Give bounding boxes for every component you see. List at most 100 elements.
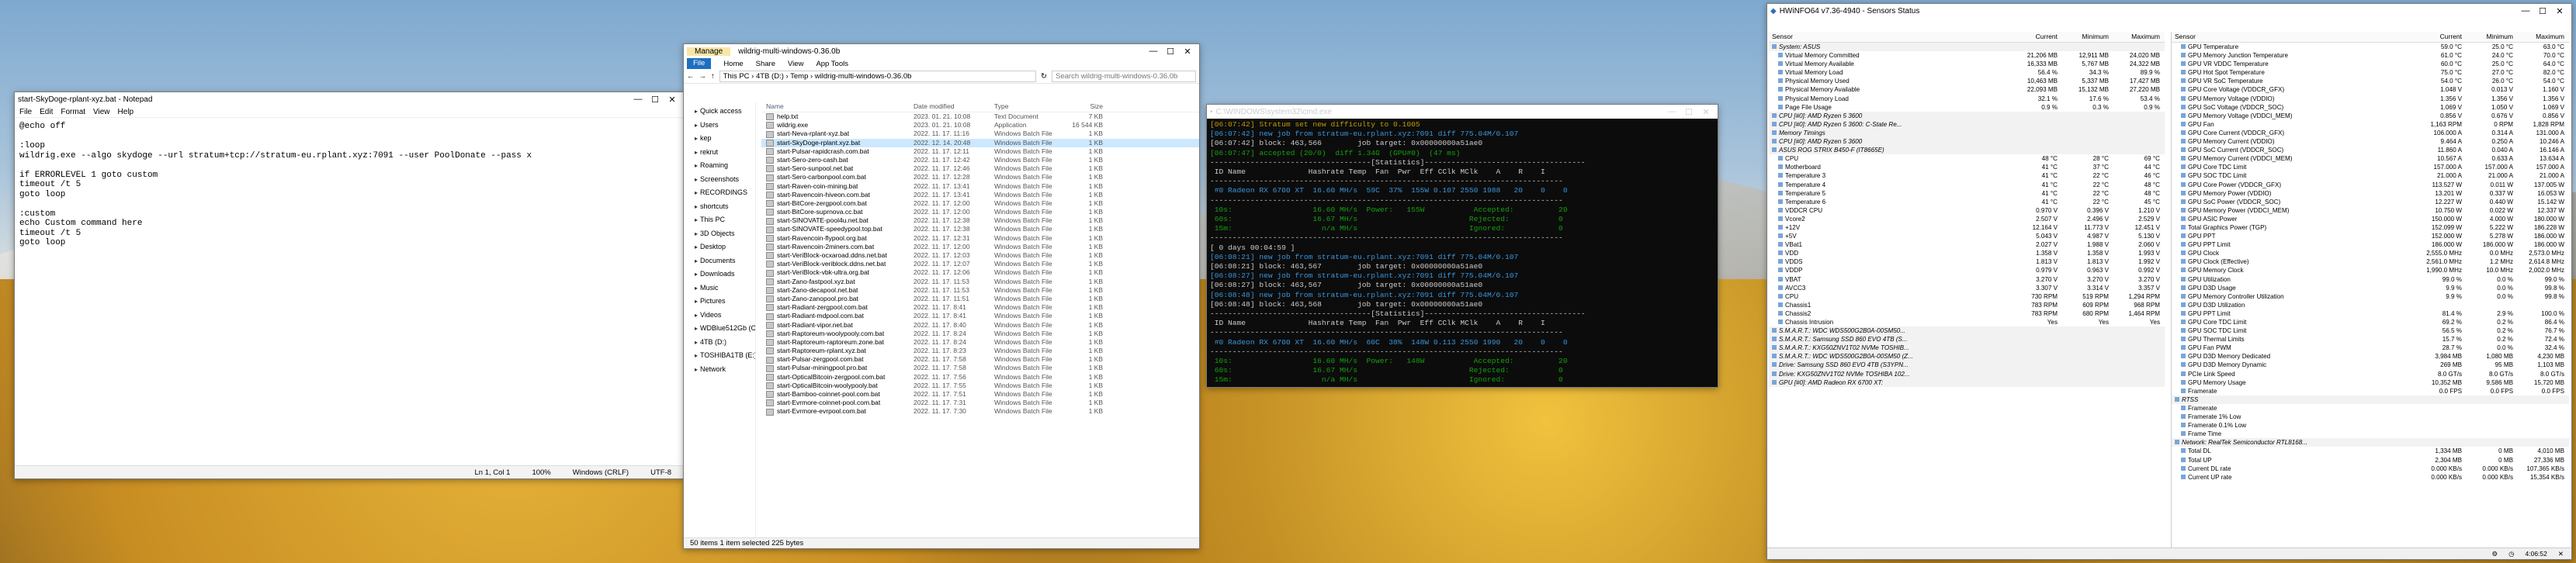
file-row[interactable]: start-Ravencoin-flypool.org.bat 2022. 11.…	[761, 234, 1199, 243]
sensor-group[interactable]: S.M.A.R.T.: KXG50ZNV1T02 NVMe TOSHIB...	[1769, 344, 2165, 353]
file-row[interactable]: start-Sero-zero-cash.bat 2022. 11. 17. 12…	[761, 156, 1199, 164]
sensor-row[interactable]: GPU SOC TDC Limit 56.5 % 0.2 % 76.7 %	[2172, 326, 2569, 335]
sensor-row[interactable]: GPU Memory Usage 10,352 MB 9,586 MB 15,720 …	[2172, 378, 2569, 387]
sensor-row[interactable]: GPU D3D Usage 9.9 % 0.0 % 99.8 %	[2172, 284, 2569, 292]
sensor-row[interactable]: Framerate 0.1% Low	[2172, 421, 2569, 430]
sensor-row[interactable]: GPU Clock (Effective) 2,561.0 MHz 1.2 MHz 2…	[2172, 257, 2569, 266]
sensor-group[interactable]: Drive: KXG50ZNV1T02 NVMe TOSHIBA 102...	[1769, 369, 2165, 378]
sensor-row[interactable]: GPU Memory Controller Utilization 9.9 % 0.…	[2172, 292, 2569, 301]
sensor-row[interactable]: VDDP 0.979 V 0.963 V 0.992 V	[1769, 266, 2165, 275]
sensor-row[interactable]: Page File Usage 0.9 % 0.3 % 0.9 %	[1769, 103, 2165, 112]
console-window[interactable]: ▪ C:\WINDOWS\system32\cmd.exe — ☐ ✕ [06:07…	[1206, 104, 1718, 388]
sensor-row[interactable]: Virtual Memory Load 56.4 % 34.3 % 89.9 %	[1769, 68, 2165, 77]
sensor-group[interactable]: Drive: Samsung SSD 860 EVO 4TB (S3YPN...	[1769, 361, 2165, 370]
file-row[interactable]: start-Raptoreum-raptoreum.zone.bat 2022. …	[761, 338, 1199, 347]
sensor-row[interactable]: Framerate 0.0 FPS 0.0 FPS 0.0 FPS	[2172, 387, 2569, 395]
sensor-row[interactable]: Physical Memory Load 32.1 % 17.6 % 53.4 %	[1769, 95, 2165, 103]
nav-item[interactable]: ▸ Screenshots	[684, 173, 755, 187]
ribbon-share[interactable]: Share	[756, 60, 775, 68]
file-row[interactable]: start-Zano-decapool.net.bat 2022. 11. 17.…	[761, 286, 1199, 295]
file-row[interactable]: start-Evrmore-evrpool.com.bat 2022. 11. 1…	[761, 407, 1199, 416]
back-arrow-icon[interactable]: ←	[687, 72, 695, 81]
sensor-group[interactable]: S.M.A.R.T.: WDC WDS500G2B0A-00SM50 (Z...	[1769, 352, 2165, 361]
sensor-row[interactable]: GPU D3D Memory Dedicated 3,984 MB 1,080 MB…	[2172, 352, 2569, 361]
sensor-row[interactable]: GPU Memory Power (VDDIO) 13.201 W 0.337 W 1…	[2172, 189, 2569, 198]
file-row[interactable]: start-BitCore-zergpool.com.bat 2022. 11. …	[761, 199, 1199, 208]
sensor-group[interactable]: GPU [#0]: AMD Radeon RX 6700 XT:	[1769, 378, 2165, 387]
sensor-row[interactable]: VDD 1.358 V 1.358 V 1.993 V	[1769, 249, 2165, 257]
col-maximum[interactable]: Maximum	[2113, 32, 2165, 42]
file-row[interactable]: start-Radiant-zergpool.com.bat 2022. 11. …	[761, 303, 1199, 312]
nav-item[interactable]: ▸ Pictures	[684, 295, 755, 309]
sensor-row[interactable]: Virtual Memory Committed 21,206 MB 12,911 …	[1769, 51, 2165, 60]
col-sensor[interactable]: Sensor	[1769, 32, 2011, 42]
sensor-row[interactable]: VDDCR CPU 0.970 V 0.396 V 1.210 V	[1769, 206, 2165, 215]
file-row[interactable]: wildrig.exe 2023. 01. 21. 10:08 Applicatio…	[761, 121, 1199, 130]
nav-item[interactable]: ▸ shortcuts	[684, 200, 755, 214]
sensor-row[interactable]: AVCC3 3.307 V 3.314 V 3.357 V	[1769, 284, 2165, 292]
menu-edit[interactable]: Edit	[40, 108, 53, 116]
file-row[interactable]: start-Pulsar-miningpool.pro.bat 2022. 11.…	[761, 364, 1199, 372]
up-arrow-icon[interactable]: ↑	[711, 72, 715, 81]
nav-item[interactable]: ▸ This PC	[684, 213, 755, 227]
nav-item[interactable]: ▸ 3D Objects	[684, 227, 755, 241]
sensor-row[interactable]: GPU Memory Current (VDDIO) 9.464 A 0.250 A…	[2172, 137, 2569, 146]
close-icon[interactable]: ✕	[1697, 107, 1714, 117]
file-row[interactable]: start-Raptoreum-rplant.xyz.bat 2022. 11. …	[761, 347, 1199, 355]
nav-item[interactable]: ▸ rekrut	[684, 146, 755, 160]
sensor-group[interactable]: CPU [#0]: AMD Ryzen 5 3600: C-State Re..…	[1769, 119, 2165, 129]
nav-item[interactable]: ▸ Music	[684, 282, 755, 295]
notepad-text-area[interactable]: @echo off:loop wildrig.exe --algo skydoge…	[15, 119, 684, 465]
sensor-row[interactable]: Vcore2 2.507 V 2.496 V 2.529 V	[1769, 215, 2165, 223]
sensor-row[interactable]: GPU SoC Voltage (VDDCR_SOC) 1.069 V 1.050 …	[2172, 103, 2569, 112]
nav-item[interactable]: ▸ Roaming	[684, 159, 755, 173]
file-row[interactable]: start-VeriBlock-vbk-ultra.org.bat 2022. 1…	[761, 268, 1199, 277]
sensor-row[interactable]: Motherboard 41 °C 37 °C 44 °C	[1769, 163, 2165, 171]
hwinfo-titlebar[interactable]: ◆ HWiNFO64 v7.36-4940 - Sensors Status —…	[1767, 4, 2571, 18]
nav-item[interactable]: ▸ Quick access	[684, 105, 755, 119]
sensor-row[interactable]: GPU PPT Limit 81.4 % 2.9 % 100.0 %	[2172, 309, 2569, 318]
sensor-group[interactable]: CPU [#0]: AMD Ryzen 5 3600	[1769, 111, 2165, 120]
console-titlebar[interactable]: ▪ C:\WINDOWS\system32\cmd.exe — ☐ ✕	[1207, 105, 1718, 119]
sensor-group[interactable]: Network: RealTek Semiconductor RTL8168..…	[2172, 438, 2569, 447]
sensor-row[interactable]: GPU Memory Junction Temperature 61.0 °C 24…	[2172, 51, 2569, 60]
sensor-row[interactable]: GPU ASIC Power 150.000 W 4.000 W 180.000 W	[2172, 215, 2569, 223]
refresh-icon[interactable]: ↻	[1041, 72, 1047, 81]
minimize-icon[interactable]: —	[629, 95, 647, 105]
menu-file[interactable]: File	[19, 108, 32, 116]
sensor-row[interactable]: GPU Utilization 99.0 % 0.0 % 99.0 %	[2172, 275, 2569, 284]
nav-item[interactable]: ▸ RECORDINGS	[684, 186, 755, 200]
ribbon-view[interactable]: View	[788, 60, 803, 68]
column-type[interactable]: Type	[994, 102, 1064, 112]
sensor-row[interactable]: GPU Clock 2,555.0 MHz 0.0 MHz 2,573.0 MHz	[2172, 249, 2569, 257]
nav-item[interactable]: ▸ Downloads	[684, 268, 755, 282]
manage-tab[interactable]: Manage	[687, 47, 731, 56]
ribbon-app-tools[interactable]: App Tools	[816, 60, 848, 68]
column-date[interactable]: Date modified	[914, 102, 994, 112]
sensor-row[interactable]: GPU D3D Utilization	[2172, 301, 2569, 309]
file-row[interactable]: start-SkyDoge-rplant.xyz.bat 2022. 12. 14…	[761, 138, 1199, 147]
close-icon[interactable]: ✕	[1179, 47, 1196, 57]
file-row[interactable]: start-SINOVATE-speedypool.top.bat 2022. 1…	[761, 225, 1199, 233]
sensor-row[interactable]: GPU VR VDDC Temperature 60.0 °C 25.0 °C 64.…	[2172, 60, 2569, 68]
sensor-row[interactable]: GPU Memory Voltage (VDDCI_MEM) 0.856 V 0.6…	[2172, 112, 2569, 120]
sensor-row[interactable]: Total DL 1,334 MB 0 MB 4,010 MB	[2172, 447, 2569, 455]
sensor-row[interactable]: Total Graphics Power (TGP) 152.099 W 5.222…	[2172, 223, 2569, 232]
nav-item[interactable]: ▸ WDBlue512Gb (C:)	[684, 322, 755, 336]
sensor-row[interactable]: +12V 12.164 V 11.773 V 12.451 V	[1769, 223, 2165, 232]
sensor-row[interactable]: Total UP 2,304 MB 0 MB 27,336 MB	[2172, 456, 2569, 465]
nav-item[interactable]: ▸ Documents	[684, 254, 755, 268]
sensor-row[interactable]: GPU Core Power (VDDCR_GFX) 113.527 W 0.011…	[2172, 181, 2569, 189]
sensor-group[interactable]: System: ASUS	[1769, 43, 2165, 52]
notepad-titlebar[interactable]: start-SkyDoge-rplant-xyz.bat - Notepad —…	[15, 92, 684, 106]
column-name[interactable]: Name	[761, 102, 914, 112]
menu-help[interactable]: Help	[118, 108, 134, 116]
sensor-row[interactable]: CPU 730 RPM 519 RPM 1,294 RPM	[1769, 292, 2165, 301]
sensor-row[interactable]: GPU PPT Limit 186.000 W 186.000 W 186.000 W	[2172, 240, 2569, 249]
sensor-row[interactable]: GPU VR SoC Temperature 54.0 °C 26.0 °C 54.0…	[2172, 77, 2569, 85]
sensor-group[interactable]: RTSS	[2172, 395, 2569, 404]
sensor-row[interactable]: Temperature 4 41 °C 22 °C 48 °C	[1769, 181, 2165, 189]
sensor-row[interactable]: Frame Time	[2172, 430, 2569, 438]
sensor-row[interactable]: GPU Core TDC Limit 157.000 A 157.000 A 157.…	[2172, 163, 2569, 171]
sensor-group[interactable]: Memory Timings	[1769, 128, 2165, 138]
